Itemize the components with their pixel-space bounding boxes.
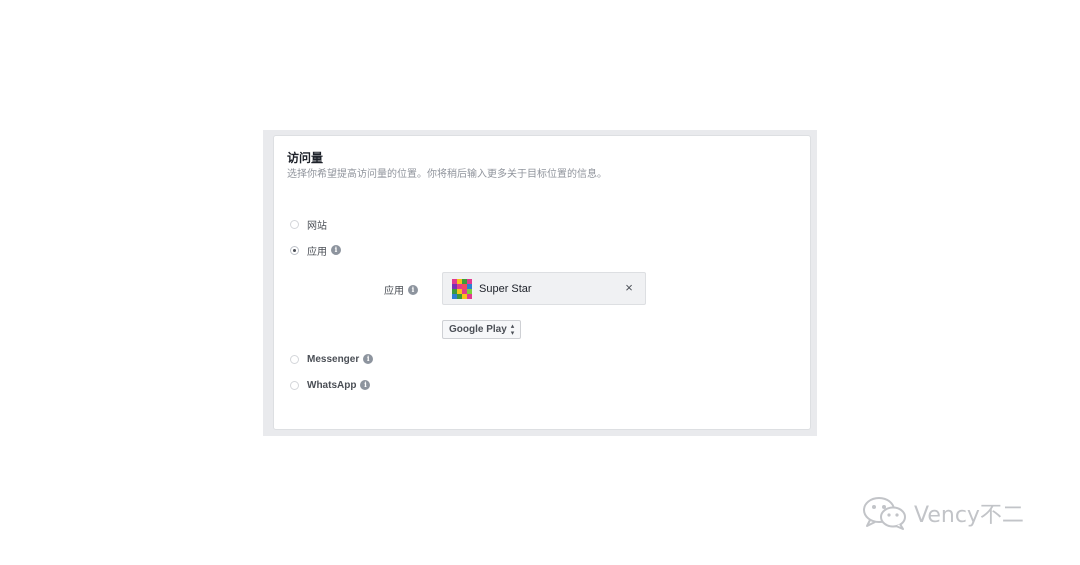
selected-app-name: Super Star — [479, 282, 532, 295]
info-icon[interactable]: i — [360, 380, 371, 390]
wechat-icon — [863, 497, 906, 530]
app-store-select[interactable]: Google Play ▴ ▾ — [442, 320, 522, 339]
watermark: Vency不二 — [862, 496, 1024, 530]
app-store-select-value: Google Play — [449, 324, 507, 335]
close-icon[interactable]: × — [623, 281, 635, 294]
radio-button-whatsapp[interactable] — [290, 380, 299, 390]
app-field-label: 应用 i — [384, 282, 418, 297]
app-thumbnail-icon — [452, 278, 472, 299]
radio-button-website[interactable] — [290, 219, 299, 229]
traffic-card: 访问量 选择你希望提高访问量的位置。你将稍后输入更多关于目标位置的信息。 网站 … — [273, 135, 811, 430]
watermark-text: Vency不二 — [914, 503, 1024, 528]
up-down-chevron-icon: ▴ ▾ — [510, 322, 515, 337]
info-icon[interactable]: i — [331, 245, 341, 255]
radio-option-website[interactable]: 网站 — [290, 216, 327, 232]
app-selector-field[interactable]: Super Star × — [442, 272, 646, 305]
radio-option-whatsapp[interactable]: WhatsApp i — [290, 377, 371, 393]
radio-label-website: 网站 — [307, 220, 327, 232]
radio-option-messenger[interactable]: Messenger i — [290, 351, 374, 367]
radio-label-whatsapp: WhatsApp — [307, 379, 357, 391]
radio-option-app[interactable]: 应用 i — [290, 242, 341, 258]
radio-label-messenger: Messenger — [307, 353, 360, 365]
info-icon[interactable]: i — [363, 354, 374, 364]
radio-label-app: 应用 — [307, 246, 327, 258]
app-field-label-text: 应用 — [384, 286, 404, 297]
section-title: 访问量 — [287, 151, 324, 165]
screenshot-stage: 访问量 选择你希望提高访问量的位置。你将稍后输入更多关于目标位置的信息。 网站 … — [0, 0, 1080, 565]
radio-button-messenger[interactable] — [290, 354, 299, 364]
section-subtitle: 选择你希望提高访问量的位置。你将稍后输入更多关于目标位置的信息。 — [287, 169, 607, 180]
info-icon[interactable]: i — [408, 284, 418, 295]
radio-button-app[interactable] — [290, 245, 299, 255]
